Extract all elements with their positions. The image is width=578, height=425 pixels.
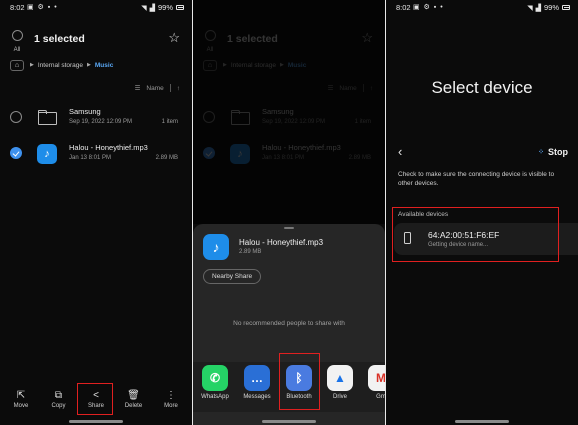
breadcrumb-music[interactable]: Music — [95, 62, 113, 69]
highlight-box — [77, 383, 113, 415]
row-checkbox[interactable] — [10, 111, 22, 123]
row-checkbox-checked[interactable] — [10, 147, 22, 159]
breadcrumb-arrow-icon: ▶ — [87, 62, 91, 68]
divider — [169, 84, 171, 92]
copy-button[interactable]: ⧉ Copy — [44, 389, 74, 417]
home-icon[interactable]: ⌂ — [10, 59, 24, 71]
file-manager-panel: 8:02 ▣ ⚙ ▪ • ◥ ▟ 99% All 1 selected ☆ ⌂ … — [0, 0, 192, 425]
copy-icon: ⧉ — [54, 390, 63, 401]
whatsapp-icon: ✆ — [202, 365, 228, 391]
item-date: Sep 19, 2022 12:09 PM — [69, 119, 133, 125]
drive-share-target[interactable]: ▲ Drive — [322, 365, 358, 400]
app-label: Messages — [243, 394, 271, 400]
wifi-icon: ◥ — [527, 4, 533, 12]
folder-icon — [38, 110, 57, 125]
page-title: Select device — [431, 78, 533, 97]
notification-icons: ▣ ⚙ ▪ • — [27, 4, 58, 11]
selection-count-title: 1 selected — [34, 33, 85, 45]
bluetooth-select-device-panel: 8:02 ▣ ⚙ ▪ • ◥ ▟ 99% Select device ‹ ⁘ S… — [386, 0, 578, 425]
item-date: Jan 13 8:01 PM — [69, 155, 112, 161]
visibility-hint: Check to make sure the connecting device… — [398, 171, 555, 187]
no-recommendations-text: No recommended people to share with — [233, 320, 345, 327]
item-meta: 2.89 MB — [155, 155, 178, 161]
list-item[interactable]: ♪ Halou - Honeythief.mp3 Jan 13 8:01 PM … — [0, 139, 192, 167]
gesture-bar[interactable] — [455, 420, 509, 423]
copy-label: Copy — [51, 403, 66, 409]
signal-icon: ▟ — [535, 4, 541, 12]
select-all-toggle[interactable]: All — [10, 28, 24, 53]
app-label: WhatsApp — [201, 394, 229, 400]
select-all-label: All — [13, 47, 21, 53]
gesture-bar[interactable] — [69, 420, 123, 423]
battery-icon — [562, 5, 570, 10]
dim-overlay[interactable] — [193, 0, 385, 224]
scanning-icon: ⁘ — [538, 149, 544, 156]
sort-controls: ☰ Name ↑ — [135, 84, 180, 92]
app-label: Gm — [376, 394, 385, 400]
app-label: Drive — [332, 394, 347, 400]
sort-direction-arrow-icon[interactable]: ↑ — [177, 85, 180, 92]
shared-file-size: 2.89 MB — [239, 249, 262, 255]
shared-file-name: Halou - Honeythief.mp3 — [239, 238, 324, 247]
delete-button[interactable]: 🗑 Delete — [119, 389, 149, 417]
share-sheet-panel: All 1 selected ☆ ⌂ ▶ Internal storage ▶ … — [193, 0, 385, 425]
breadcrumb-arrow-icon: ▶ — [30, 62, 34, 68]
favorite-star-icon[interactable]: ☆ — [168, 30, 180, 46]
sort-lines-icon[interactable]: ☰ — [135, 84, 141, 92]
gesture-bar[interactable] — [262, 420, 316, 423]
more-label: More — [164, 403, 178, 409]
item-meta: 1 item — [161, 119, 178, 125]
wifi-icon: ◥ — [141, 4, 147, 12]
more-icon: ⋮ — [166, 390, 176, 401]
item-name: Samsung — [69, 107, 101, 116]
google-drive-icon: ▲ — [327, 365, 353, 391]
music-file-icon: ♪ — [203, 234, 229, 260]
status-bar: 8:02 ▣ ⚙ ▪ • ◥ ▟ 99% — [386, 2, 578, 14]
delete-icon: 🗑 — [127, 390, 140, 401]
list-item[interactable]: Samsung Sep 19, 2022 12:09 PM 1 item — [0, 103, 192, 131]
status-time: 8:02 — [396, 3, 411, 12]
more-button[interactable]: ⋮ More — [156, 389, 186, 417]
sort-name-label[interactable]: Name — [146, 85, 163, 92]
music-file-icon: ♪ — [37, 144, 57, 164]
select-all-checkbox[interactable] — [11, 30, 23, 41]
signal-icon: ▟ — [149, 4, 155, 12]
highlight-box — [279, 353, 320, 410]
stop-scan-button[interactable]: ⁘ Stop — [538, 147, 568, 157]
move-button[interactable]: ⇱ Move — [6, 389, 36, 417]
messages-icon: … — [244, 365, 270, 391]
breadcrumb: ⌂ ▶ Internal storage ▶ Music — [10, 59, 113, 71]
battery-percent: 99% — [543, 3, 559, 12]
breadcrumb-internal-storage[interactable]: Internal storage — [38, 62, 83, 69]
move-label: Move — [13, 403, 29, 409]
highlight-box — [392, 207, 559, 262]
gmail-share-target[interactable]: M Gm — [363, 365, 385, 400]
status-bar: 8:02 ▣ ⚙ ▪ • ◥ ▟ 99% — [0, 2, 192, 14]
item-name: Halou - Honeythief.mp3 — [69, 143, 148, 152]
notification-icons: ▣ ⚙ ▪ • — [413, 4, 444, 11]
move-icon: ⇱ — [16, 390, 26, 401]
sheet-drag-handle[interactable] — [284, 227, 294, 229]
messages-share-target[interactable]: … Messages — [239, 365, 275, 400]
back-arrow-icon[interactable]: ‹ — [398, 144, 402, 159]
whatsapp-share-target[interactable]: ✆ WhatsApp — [197, 365, 233, 400]
nearby-share-button[interactable]: Nearby Share — [203, 269, 262, 284]
gmail-icon: M — [368, 365, 385, 391]
status-time: 8:02 — [10, 3, 25, 12]
battery-percent: 99% — [157, 3, 173, 12]
stop-label: Stop — [548, 147, 568, 157]
battery-icon — [176, 5, 184, 10]
delete-label: Delete — [124, 403, 143, 409]
